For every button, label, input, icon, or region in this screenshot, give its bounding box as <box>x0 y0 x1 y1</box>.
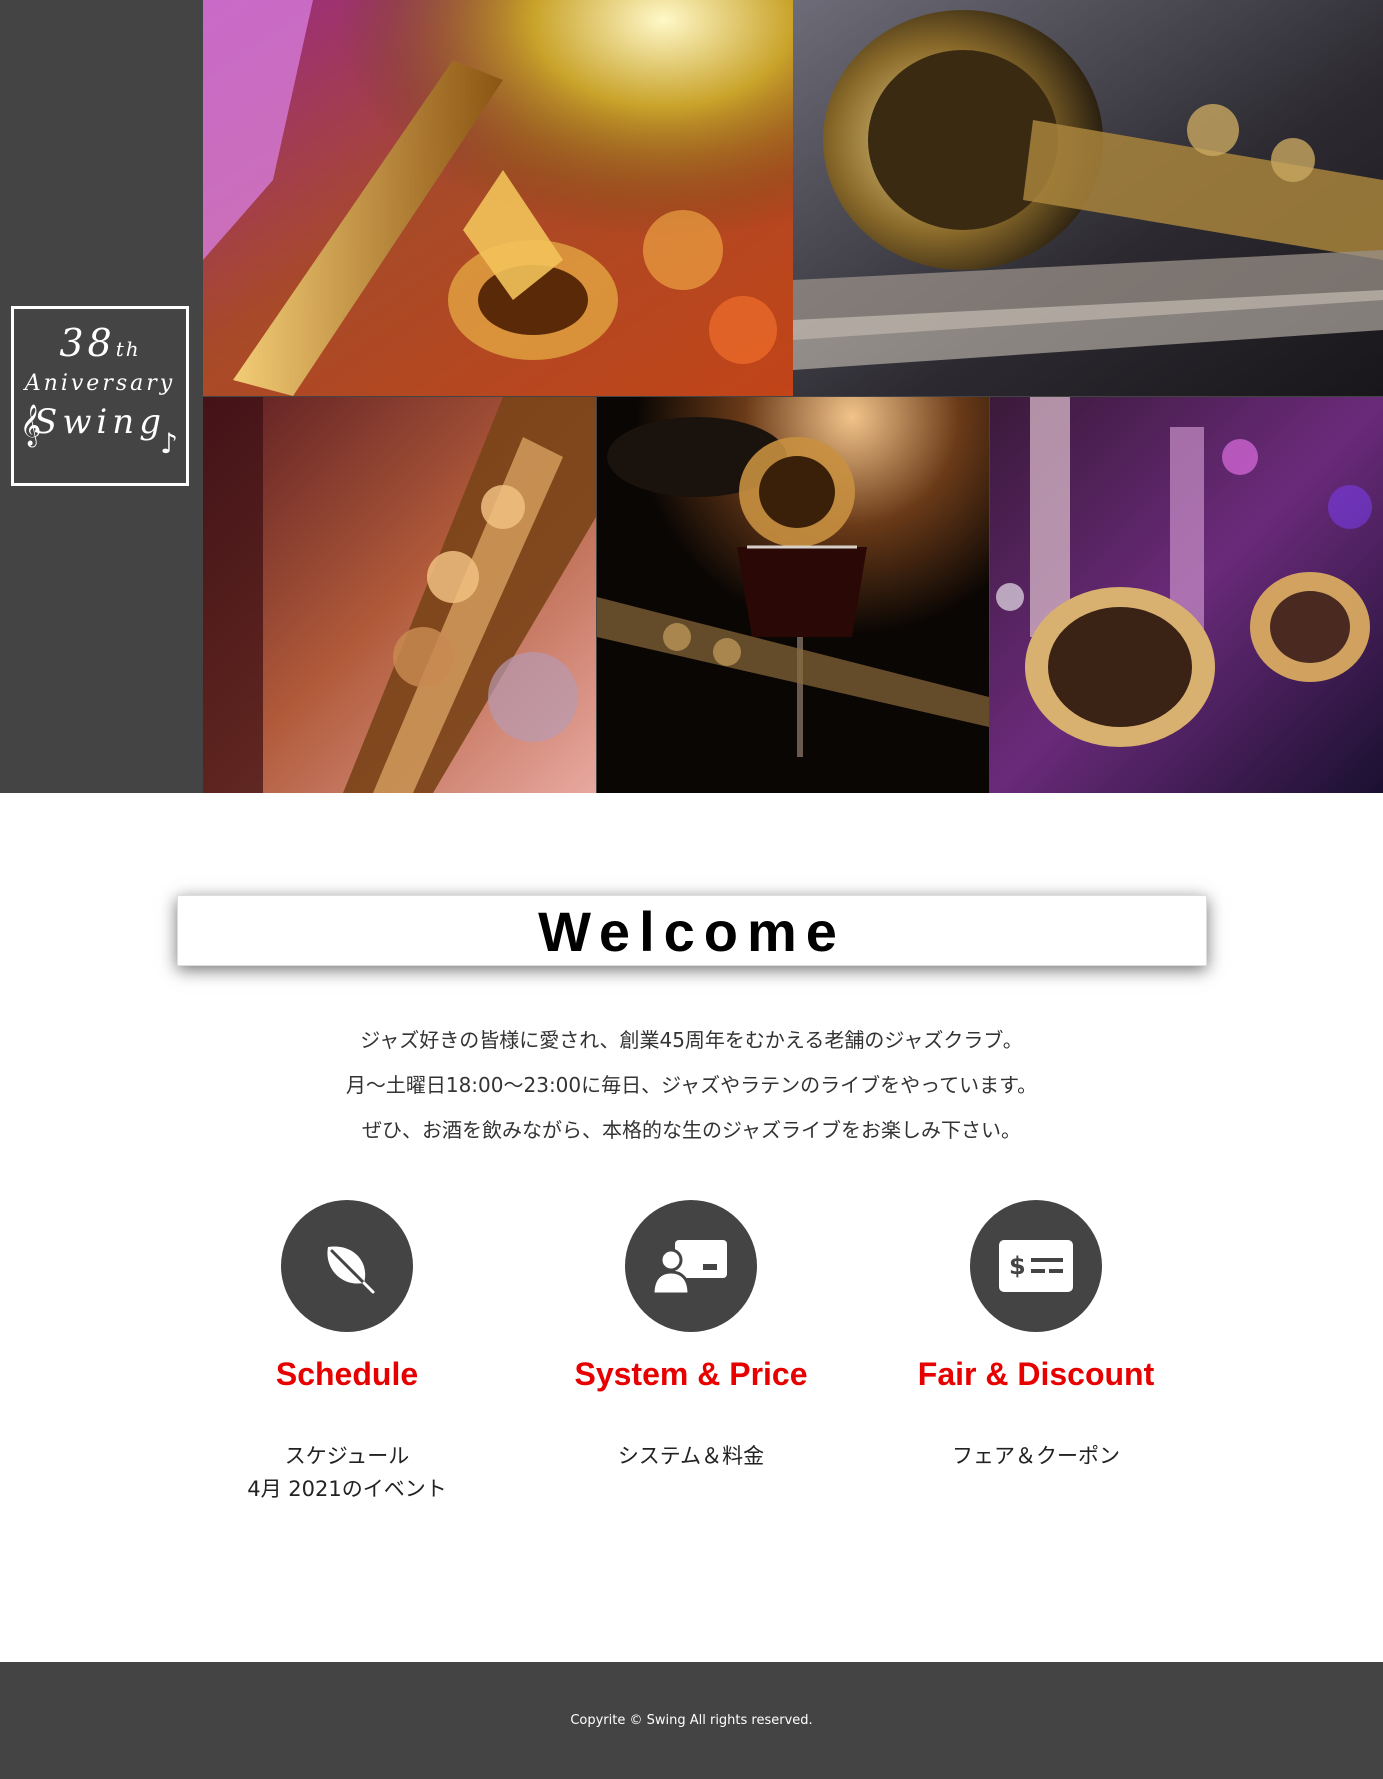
copyright-text: Copyrite © Swing All rights reserved. <box>570 1713 813 1728</box>
hero-section: 38th Aniversary Swing 𝄞 ♪ <box>0 0 1383 793</box>
schedule-icon-circle[interactable] <box>281 1200 413 1332</box>
footer: Copyrite © Swing All rights reserved. <box>0 1662 1383 1779</box>
presentation-icon <box>651 1240 727 1296</box>
saxophone-keys-photo <box>203 397 596 793</box>
svg-text:$: $ <box>1009 1252 1026 1280</box>
logo-anniversary-text: Aniversary <box>24 371 176 396</box>
schedule-feature[interactable]: Schedule スケジュール 4月 2021のイベント <box>197 1200 497 1506</box>
schedule-title[interactable]: Schedule <box>197 1354 497 1394</box>
logo-anniversary-number: 38th <box>59 321 141 365</box>
wine-glass-saxophone-photo <box>597 397 989 793</box>
fair-discount-title[interactable]: Fair & Discount <box>886 1354 1186 1394</box>
system-price-subtitle: システム＆料金 <box>617 1444 765 1468</box>
intro-line: ぜひ、お酒を飲みながら、本格的な生のジャズライブをお楽しみ下さい。 <box>362 1118 1021 1142</box>
music-note-icon: ♪ <box>160 427 178 460</box>
saxophone-closeup-photo <box>793 0 1383 396</box>
intro-line: 月～土曜日18:00～23:00に毎日、ジャズやラテンのライブをやっています。 <box>345 1073 1038 1097</box>
schedule-subtitle: スケジュール 4月 2021のイベント <box>247 1444 447 1501</box>
coupon-icon: $ <box>999 1240 1073 1292</box>
fair-discount-feature[interactable]: $ Fair & Discount フェア＆クーポン <box>886 1200 1186 1473</box>
system-price-feature[interactable]: System & Price システム＆料金 <box>541 1200 841 1473</box>
fair-discount-subtitle: フェア＆クーポン <box>952 1444 1120 1468</box>
system-price-icon-circle[interactable] <box>625 1200 757 1332</box>
treble-clef-icon: 𝄞 <box>20 405 42 446</box>
leaf-icon <box>327 1246 375 1294</box>
welcome-heading-box: Welcome <box>177 895 1207 966</box>
welcome-title: Welcome <box>538 900 846 963</box>
saxophones-stage-photo <box>990 397 1383 793</box>
saxophone-player-photo <box>203 0 793 396</box>
fair-discount-icon-circle[interactable]: $ <box>970 1200 1102 1332</box>
intro-line: ジャズ好きの皆様に愛され、創業45周年をむかえる老舗のジャズクラブ。 <box>360 1028 1023 1052</box>
anniversary-logo[interactable]: 38th Aniversary Swing 𝄞 ♪ <box>11 306 189 486</box>
intro-text: ジャズ好きの皆様に愛され、創業45周年をむかえる老舗のジャズクラブ。 月～土曜日… <box>0 1018 1383 1153</box>
system-price-title[interactable]: System & Price <box>541 1354 841 1394</box>
